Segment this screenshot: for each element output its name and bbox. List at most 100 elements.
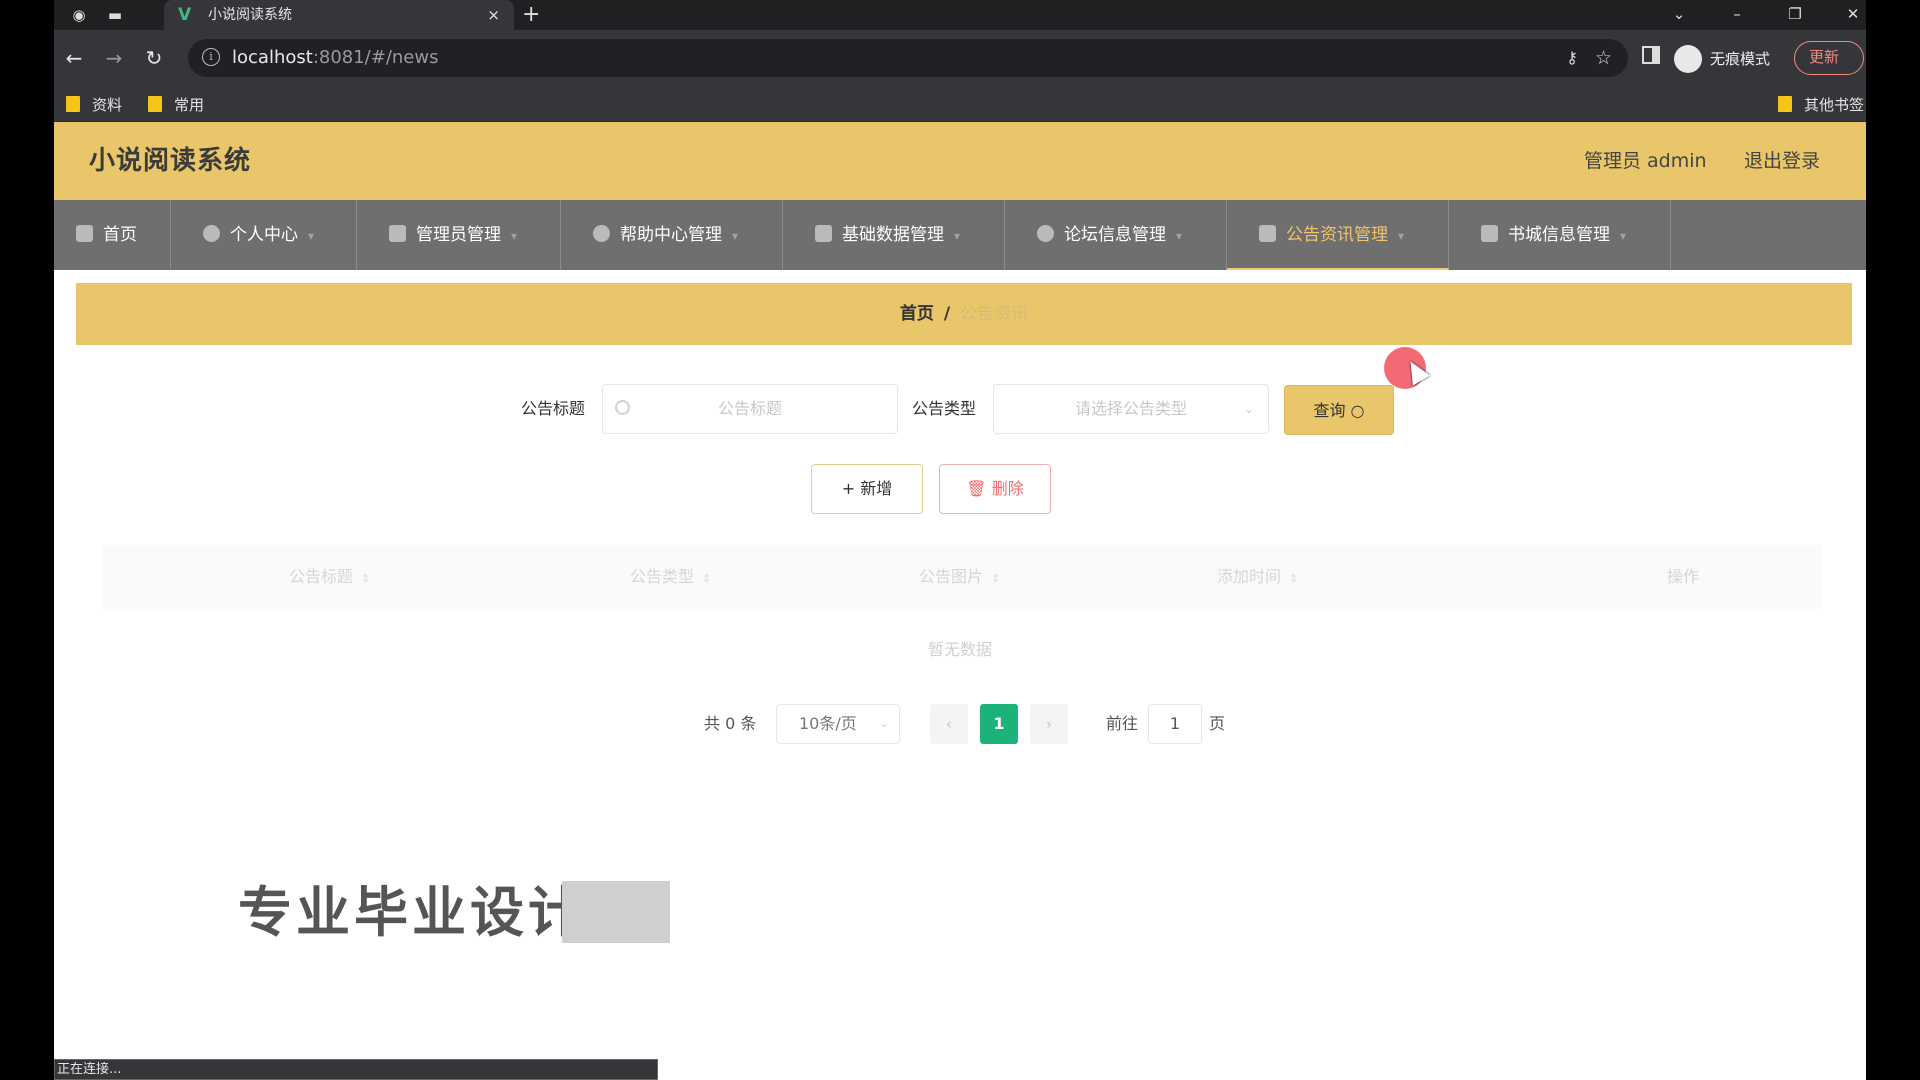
watermark-text: 专业毕业设计 xyxy=(238,881,586,944)
page-size-label: 10条/页 xyxy=(799,714,857,733)
incognito-indicator[interactable]: 无痕模式 xyxy=(1674,42,1770,76)
bookmark-folder-1[interactable]: 资料 xyxy=(66,88,122,122)
query-button[interactable]: 查询 ○ xyxy=(1284,385,1394,435)
menu-item-label: 首页 xyxy=(103,225,137,245)
sort-icon[interactable]: ⇕ xyxy=(991,572,1000,585)
window-close-icon[interactable]: ✕ xyxy=(1838,0,1866,30)
tab-close-icon[interactable]: × xyxy=(487,0,500,30)
column-header-type[interactable]: 公告类型 ⇕ xyxy=(630,545,711,611)
other-bookmarks[interactable]: 其他书签 xyxy=(1778,88,1864,122)
blurred-overlay xyxy=(562,881,670,943)
chevron-down-icon: ▾ xyxy=(511,229,518,243)
incognito-icon xyxy=(1674,44,1702,73)
type-select[interactable]: 请选择公告类型 ⌄ xyxy=(993,384,1269,434)
chevron-down-icon: ▾ xyxy=(308,229,315,243)
browser-toolbar: ← → ↻ i localhost:8081/#/news ⚷ ☆ 无痕模式 更… xyxy=(54,30,1866,88)
column-header-image[interactable]: 公告图片 ⇕ xyxy=(919,545,1000,611)
menu-item-label: 个人中心 xyxy=(230,225,298,245)
reload-icon[interactable]: ↻ xyxy=(140,44,168,72)
column-label: 添加时间 xyxy=(1217,567,1282,586)
menu-item-label: 基础数据管理 xyxy=(842,225,944,245)
menu-item-label: 管理员管理 xyxy=(416,225,501,245)
minimize-icon[interactable]: – xyxy=(1722,0,1752,30)
tab-search-icon[interactable]: ▬ xyxy=(104,4,126,26)
user-icon xyxy=(203,224,220,242)
side-panel-icon[interactable] xyxy=(1642,46,1660,64)
page-unit-label: 页 xyxy=(1209,714,1226,733)
site-header: 小说阅读系统 管理员 admin 退出登录 xyxy=(54,122,1866,200)
menu-item-forum[interactable]: 论坛信息管理 ▾ xyxy=(1005,200,1227,270)
pagination-total: 共 0 条 xyxy=(704,714,757,733)
goto-label: 前往 xyxy=(1106,714,1139,733)
column-label: 公告图片 xyxy=(919,567,984,586)
menu-item-profile[interactable]: 个人中心 ▾ xyxy=(171,200,357,270)
delete-button[interactable]: 🗑 删除 xyxy=(939,464,1051,514)
next-page-button[interactable]: › xyxy=(1030,704,1068,744)
logout-link[interactable]: 退出登录 xyxy=(1744,122,1820,200)
column-label: 公告类型 xyxy=(630,567,695,586)
sort-icon[interactable]: ⇕ xyxy=(1289,572,1298,585)
forward-icon[interactable]: → xyxy=(100,44,128,72)
menu-item-label: 帮助中心管理 xyxy=(620,225,722,245)
bookmark-folder-2[interactable]: 常用 xyxy=(148,88,204,122)
type-filter-label: 公告类型 xyxy=(912,399,977,418)
title-filter-label: 公告标题 xyxy=(521,399,586,418)
site-title: 小说阅读系统 xyxy=(89,146,252,176)
tab-active[interactable]: V 小说阅读系统 × xyxy=(164,0,514,30)
data-icon xyxy=(815,224,832,242)
book-icon xyxy=(1481,224,1498,242)
password-key-icon[interactable]: ⚷ xyxy=(1566,39,1578,77)
chevron-down-icon: ⌄ xyxy=(1243,402,1254,416)
menu-item-label: 书城信息管理 xyxy=(1508,225,1610,245)
prev-page-button[interactable]: ‹ xyxy=(930,704,968,744)
forum-icon xyxy=(1037,224,1054,242)
update-label: 更新 xyxy=(1809,48,1840,66)
browser-window: ◉ ▬ V 小说阅读系统 × + ⌄ – ❐ ✕ ← → ↻ i localho… xyxy=(54,0,1866,1080)
sort-icon[interactable]: ⇕ xyxy=(702,572,711,585)
new-tab-button[interactable]: + xyxy=(522,0,540,30)
column-header-title[interactable]: 公告标题 ⇕ xyxy=(289,545,370,611)
chrome-menu-icon[interactable]: ◉ xyxy=(68,4,90,26)
address-bar[interactable]: i localhost:8081/#/news ⚷ ☆ xyxy=(188,39,1628,77)
title-search-input[interactable]: 公告标题 xyxy=(602,384,898,434)
goto-page-input[interactable]: 1 xyxy=(1148,704,1202,744)
breadcrumb-home[interactable]: 首页 xyxy=(900,304,934,324)
menu-item-news[interactable]: 公告资讯管理 ▾ xyxy=(1227,200,1449,270)
breadcrumb: 首页 / 公告资讯 xyxy=(76,283,1852,345)
sort-icon[interactable]: ⇕ xyxy=(361,572,370,585)
menu-item-help[interactable]: 帮助中心管理 ▾ xyxy=(561,200,783,270)
column-header-added-time[interactable]: 添加时间 ⇕ xyxy=(1217,545,1298,611)
back-icon[interactable]: ← xyxy=(60,44,88,72)
page-number-current[interactable]: 1 xyxy=(980,704,1018,744)
breadcrumb-current: 公告资讯 xyxy=(960,304,1029,324)
add-button[interactable]: + 新增 xyxy=(811,464,923,514)
tab-title: 小说阅读系统 xyxy=(208,7,292,23)
restore-icon[interactable]: ❐ xyxy=(1780,0,1810,30)
update-button[interactable]: 更新 xyxy=(1794,41,1864,75)
menu-item-basic-data[interactable]: 基础数据管理 ▾ xyxy=(783,200,1005,270)
tab-list-chevron-icon[interactable]: ⌄ xyxy=(1664,0,1694,30)
admin-icon xyxy=(389,224,406,242)
column-label: 公告标题 xyxy=(289,567,354,586)
chevron-down-icon: ⌄ xyxy=(879,717,889,730)
menu-item-label: 公告资讯管理 xyxy=(1286,225,1388,245)
type-select-placeholder: 请选择公告类型 xyxy=(1074,399,1187,418)
clock-icon xyxy=(593,224,610,242)
site-info-icon[interactable]: i xyxy=(202,48,220,66)
url-host: localhost xyxy=(232,47,313,68)
user-label: 管理员 admin xyxy=(1584,150,1707,172)
trash-icon: 🗑 xyxy=(966,479,987,498)
url-path: :8081/#/news xyxy=(312,47,439,68)
main-menu: 首页 个人中心 ▾ 管理员管理 ▾ 帮助中心管理 ▾ 基础数据管理 ▾ 论坛信息管理 ▾ … xyxy=(54,200,1866,270)
bookmark-star-icon[interactable]: ☆ xyxy=(1595,39,1612,77)
folder-icon xyxy=(1778,95,1792,112)
browser-status-bar: 正在连接... xyxy=(54,1059,658,1080)
url-text[interactable]: localhost:8081/#/news xyxy=(232,39,438,77)
bookmarks-bar: 资料 常用 其他书签 xyxy=(54,88,1866,122)
title-search-placeholder: 公告标题 xyxy=(717,399,782,418)
menu-item-home[interactable]: 首页 xyxy=(54,200,171,270)
page-size-select[interactable]: 10条/页 ⌄ xyxy=(776,704,900,744)
menu-item-bookstore[interactable]: 书城信息管理 ▾ xyxy=(1449,200,1671,270)
home-icon xyxy=(76,224,93,242)
menu-item-admin[interactable]: 管理员管理 ▾ xyxy=(357,200,561,270)
